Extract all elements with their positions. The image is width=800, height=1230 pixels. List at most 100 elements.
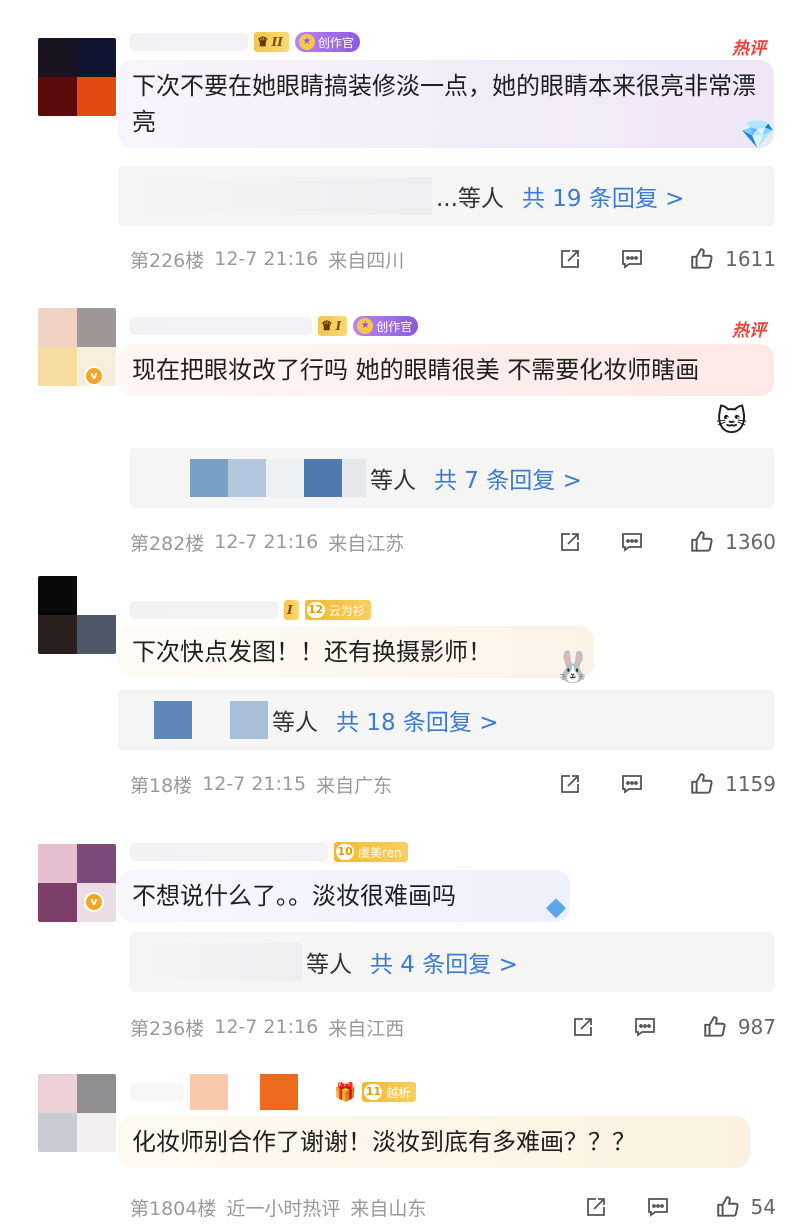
comment-location: 来自广东: [316, 774, 393, 797]
reply-avatars: [154, 701, 268, 739]
comment-meta: 第282楼 12-7 21:16 来自江苏 1360: [130, 527, 776, 557]
comment-time: 12-7 21:16: [214, 248, 319, 270]
comment-location: 来自山东: [350, 1197, 427, 1220]
comment-time: 12-7 21:16: [214, 531, 319, 553]
user-name-row: ♛ II ★ 创作官: [130, 30, 360, 54]
level-badge[interactable]: I: [284, 600, 299, 620]
comment-actions: 1159: [521, 769, 776, 799]
like-icon[interactable]: [689, 529, 715, 555]
share-icon[interactable]: [557, 246, 583, 272]
reply-preview[interactable]: 等人 共 4 条回复 >: [130, 932, 774, 992]
diamond-sticker-icon: ◆: [546, 892, 566, 922]
reply-preview[interactable]: 等人 共 7 条回复 >: [130, 448, 774, 508]
user-avatar-strip: [190, 1074, 228, 1110]
creator-badge[interactable]: ★ 创作官: [353, 316, 419, 336]
cat-sticker-icon: 🐱: [716, 404, 748, 439]
level-badge[interactable]: ♛ II: [254, 32, 289, 52]
creator-icon: ★: [298, 34, 315, 50]
comment-actions: 54: [547, 1192, 776, 1222]
comment-actions: 987: [534, 1012, 776, 1042]
bunny-sticker-icon: 🐰: [554, 650, 592, 685]
floor-number: 第282楼: [130, 532, 205, 555]
avatar[interactable]: [38, 844, 116, 922]
crown-icon: ♛: [321, 318, 333, 334]
like-icon[interactable]: [689, 246, 715, 272]
floor-number: 第226楼: [130, 249, 205, 272]
fan-badge[interactable]: 11 越析: [362, 1082, 417, 1102]
comment-icon[interactable]: [619, 246, 645, 272]
share-icon[interactable]: [583, 1194, 609, 1220]
like-count: 54: [750, 1195, 776, 1219]
comment-time: 近一小时热评: [226, 1197, 341, 1220]
reply-preview[interactable]: 等人 共 18 条回复 >: [118, 690, 774, 750]
reply-preview[interactable]: ...等人 共 19 条回复 >: [118, 166, 774, 226]
reply-count-link[interactable]: 共 7 条回复 >: [434, 461, 582, 495]
comment-text: 下次不要在她眼睛搞装修淡一点，她的眼睛本来很亮非常漂亮: [118, 60, 774, 148]
reply-count-link[interactable]: 共 4 条回复 >: [370, 945, 518, 979]
comment-actions: 1611: [521, 244, 776, 274]
comment-time: 12-7 21:16: [214, 1016, 319, 1038]
comment-text: 化妆师别合作了谢谢！淡妆到底有多难画？？？: [118, 1116, 750, 1168]
reply-count-link[interactable]: 共 18 条回复 >: [336, 703, 498, 737]
like-icon[interactable]: [715, 1194, 741, 1220]
like-count: 987: [737, 1015, 776, 1039]
reply-count-link[interactable]: 共 19 条回复 >: [522, 179, 684, 213]
user-name[interactable]: [130, 33, 248, 51]
fan-badge[interactable]: 12 云为衫: [304, 600, 371, 620]
share-icon[interactable]: [557, 529, 583, 555]
avatar[interactable]: [38, 308, 116, 386]
like-count: 1360: [725, 530, 776, 554]
comment-time: 12-7 21:15: [202, 773, 307, 795]
level-badge[interactable]: ♛ I: [318, 316, 348, 336]
reply-avatars: [132, 177, 432, 215]
avatar[interactable]: [38, 38, 116, 116]
comment-icon[interactable]: [619, 771, 645, 797]
like-icon[interactable]: [702, 1014, 728, 1040]
like-icon[interactable]: [689, 771, 715, 797]
crown-icon: ♛: [257, 34, 269, 50]
floor-number: 第18楼: [130, 774, 193, 797]
comment-location: 来自江西: [328, 1017, 405, 1040]
comment-text: 不想说什么了。。淡妆很难画吗: [118, 870, 570, 922]
floor-number: 第1804楼: [130, 1197, 217, 1220]
share-icon[interactable]: [557, 771, 583, 797]
reply-users: ...等人: [436, 186, 504, 212]
comment-location: 来自江苏: [328, 532, 405, 555]
like-count: 1159: [725, 772, 776, 796]
comment-meta: 第18楼 12-7 21:15 来自广东 1159: [130, 769, 776, 799]
reply-users: 等人: [370, 468, 416, 494]
reply-avatars: [190, 459, 366, 497]
gem-icon: 💎: [740, 118, 775, 151]
reply-avatars: [144, 943, 302, 981]
comment-actions: 1360: [521, 527, 776, 557]
comment-icon[interactable]: [619, 529, 645, 555]
comment-meta: 第236楼 12-7 21:16 来自江西 987: [130, 1012, 776, 1042]
user-name-row: ♛ I ★ 创作官: [130, 314, 419, 338]
comment-text: 现在把眼妆改了行吗 她的眼睛很美 不需要化妆师瞎画: [118, 344, 774, 396]
user-avatar-strip: [260, 1074, 298, 1110]
user-name[interactable]: [130, 317, 312, 335]
avatar[interactable]: [38, 1074, 116, 1152]
user-name[interactable]: [130, 843, 328, 861]
creator-icon: ★: [357, 318, 374, 334]
user-name-row: I 12 云为衫: [130, 598, 371, 622]
reply-users: 等人: [272, 710, 318, 736]
comment-icon[interactable]: [632, 1014, 658, 1040]
comment-icon[interactable]: [645, 1194, 671, 1220]
fan-badge[interactable]: 10 虞美ren: [334, 842, 408, 862]
user-name-row: 10 虞美ren: [130, 840, 408, 864]
user-name-row: 🎁 11 越析: [130, 1074, 417, 1110]
verified-icon: v: [84, 892, 104, 912]
comment-meta: 第226楼 12-7 21:16 来自四川 1611: [130, 244, 776, 274]
gift-icon: 🎁: [334, 1081, 357, 1103]
share-icon[interactable]: [570, 1014, 596, 1040]
floor-number: 第236楼: [130, 1017, 205, 1040]
verified-icon: v: [84, 366, 104, 386]
creator-badge[interactable]: ★ 创作官: [294, 32, 360, 52]
comment-text: 下次快点发图！！还有换摄影师！: [118, 626, 594, 678]
user-name[interactable]: [130, 601, 278, 619]
comment-meta: 第1804楼 近一小时热评 来自山东 54: [130, 1192, 776, 1222]
comment-location: 来自四川: [328, 249, 405, 272]
avatar[interactable]: [38, 576, 116, 654]
user-name[interactable]: [130, 1083, 184, 1101]
